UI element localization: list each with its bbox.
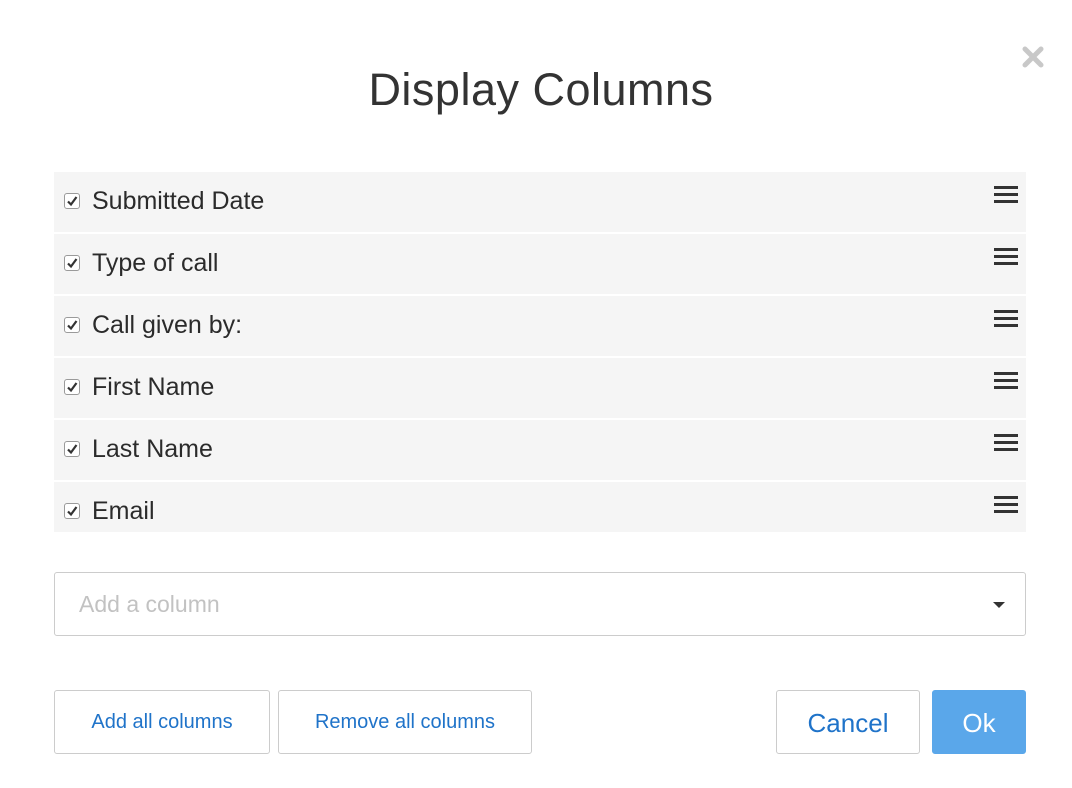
remove-all-columns-button[interactable]: Remove all columns bbox=[278, 690, 532, 754]
column-checkbox[interactable] bbox=[64, 441, 80, 457]
column-row[interactable]: Type of call bbox=[54, 234, 1026, 296]
column-row[interactable]: Last Name bbox=[54, 420, 1026, 482]
drag-handle-icon[interactable] bbox=[994, 371, 1018, 391]
drag-handle-icon[interactable] bbox=[994, 185, 1018, 205]
add-all-columns-button[interactable]: Add all columns bbox=[54, 690, 270, 754]
column-label: Last Name bbox=[92, 435, 213, 463]
column-row[interactable]: First Name bbox=[54, 358, 1026, 420]
column-checkbox[interactable] bbox=[64, 255, 80, 271]
column-checkbox[interactable] bbox=[64, 379, 80, 395]
cancel-button[interactable]: Cancel bbox=[776, 690, 920, 754]
column-label: Type of call bbox=[92, 249, 219, 277]
display-columns-dialog: Display Columns Submitted Date Type of c… bbox=[0, 0, 1072, 788]
column-row[interactable]: Call given by: bbox=[54, 296, 1026, 358]
drag-handle-icon[interactable] bbox=[994, 247, 1018, 267]
add-column-placeholder: Add a column bbox=[79, 591, 220, 617]
column-label: Call given by: bbox=[92, 311, 243, 339]
column-label: Email bbox=[92, 497, 155, 525]
drag-handle-icon[interactable] bbox=[994, 309, 1018, 329]
column-label: Submitted Date bbox=[92, 187, 265, 215]
ok-button[interactable]: Ok bbox=[932, 690, 1026, 754]
caret-down-icon bbox=[993, 602, 1005, 608]
column-list: Submitted Date Type of call Call given b… bbox=[54, 172, 1026, 532]
column-label: First Name bbox=[92, 373, 215, 401]
column-checkbox[interactable] bbox=[64, 317, 80, 333]
column-checkbox[interactable] bbox=[64, 503, 80, 519]
column-row[interactable]: Email bbox=[54, 482, 1026, 532]
column-checkbox[interactable] bbox=[64, 193, 80, 209]
add-column-select[interactable]: Add a column bbox=[54, 572, 1026, 636]
drag-handle-icon[interactable] bbox=[994, 433, 1018, 453]
column-row[interactable]: Submitted Date bbox=[54, 172, 1026, 234]
drag-handle-icon[interactable] bbox=[994, 495, 1018, 515]
dialog-title: Display Columns bbox=[368, 64, 714, 115]
